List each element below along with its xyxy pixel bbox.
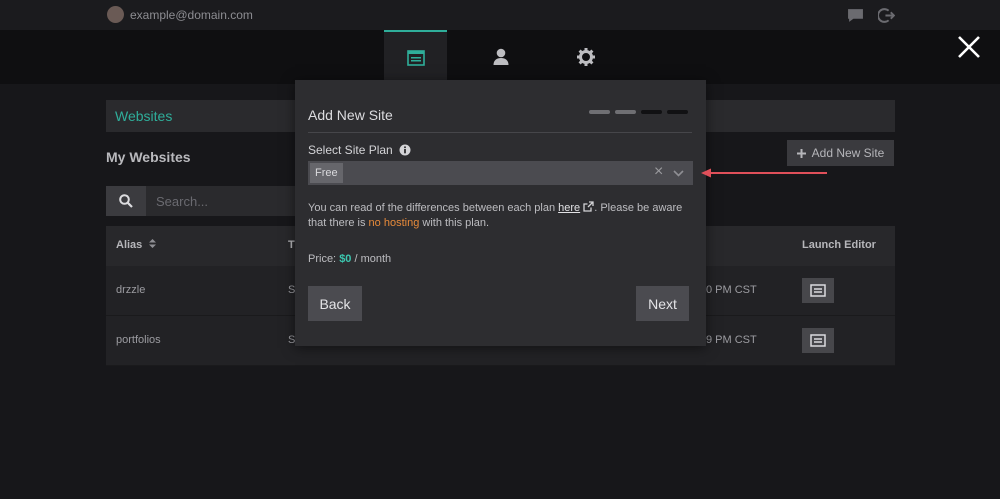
editor-icon [810, 334, 826, 347]
editor-icon [810, 284, 826, 297]
sort-icon [149, 239, 157, 248]
tab-account[interactable] [469, 30, 532, 84]
plan-info-text: You can read of the differences between … [308, 201, 693, 231]
user-menu[interactable]: example@domain.com [107, 6, 253, 23]
search-button[interactable] [106, 186, 146, 216]
chat-icon[interactable] [847, 7, 864, 29]
user-icon [493, 48, 508, 65]
step-indicator [641, 110, 662, 114]
row-alias: portfolios [116, 334, 161, 346]
no-hosting-text: no hosting [368, 217, 420, 229]
tab-websites[interactable] [384, 30, 447, 84]
logout-icon[interactable] [877, 7, 896, 29]
info-icon[interactable] [399, 144, 411, 156]
close-icon[interactable] [955, 33, 983, 61]
site-plan-label-text: Select Site Plan [308, 143, 393, 157]
price-line: Price: $0 / month [308, 253, 391, 265]
user-email: example@domain.com [130, 7, 253, 22]
plans-link[interactable]: here [558, 202, 580, 214]
tab-settings[interactable] [554, 30, 617, 84]
launch-editor-button[interactable] [802, 328, 834, 353]
price-label: Price: [308, 253, 340, 265]
clear-icon[interactable]: × [654, 163, 663, 181]
add-new-site-button[interactable]: Add New Site [787, 140, 894, 166]
info-text-3: with this plan. [419, 217, 490, 229]
site-plan-select[interactable]: Free × [308, 161, 693, 185]
row-updated: 9 PM CST [706, 334, 757, 346]
launch-editor-button[interactable] [802, 278, 834, 303]
top-bar: example@domain.com [0, 0, 1000, 30]
external-link-icon[interactable] [583, 201, 594, 212]
site-plan-label: Select Site Plan [308, 143, 411, 157]
column-launch-editor: Launch Editor [802, 239, 876, 251]
add-site-modal: Add New Site Select Site Plan Free × You… [295, 80, 706, 346]
annotation-arrow [701, 168, 827, 178]
info-text-1: You can read of the differences between … [308, 202, 559, 214]
breadcrumb-websites[interactable]: Websites [115, 108, 172, 124]
avatar [107, 6, 124, 23]
add-new-site-label: Add New Site [811, 146, 885, 160]
browser-window-icon [406, 50, 425, 66]
row-updated: 0 PM CST [706, 284, 757, 296]
row-alias: drzzle [116, 284, 146, 296]
column-alias-label: Alias [116, 239, 143, 251]
price-amount: $0 [339, 253, 352, 265]
modal-divider [308, 132, 692, 133]
plus-icon [796, 148, 806, 158]
price-unit: / month [351, 253, 392, 265]
step-progress [589, 110, 688, 114]
chevron-down-icon[interactable] [673, 168, 684, 179]
search-icon [119, 194, 133, 208]
gear-icon [576, 48, 595, 66]
page-title: My Websites [106, 149, 191, 165]
search-input[interactable]: Search... [156, 194, 208, 209]
step-indicator [589, 110, 610, 114]
main-nav [0, 30, 1000, 84]
selected-plan-chip: Free [310, 163, 343, 183]
step-indicator [667, 110, 688, 114]
next-button[interactable]: Next [636, 286, 689, 321]
column-alias[interactable]: Alias [116, 239, 157, 251]
step-indicator [615, 110, 636, 114]
top-icons [847, 7, 896, 29]
back-button[interactable]: Back [308, 286, 362, 321]
modal-title: Add New Site [308, 107, 393, 123]
